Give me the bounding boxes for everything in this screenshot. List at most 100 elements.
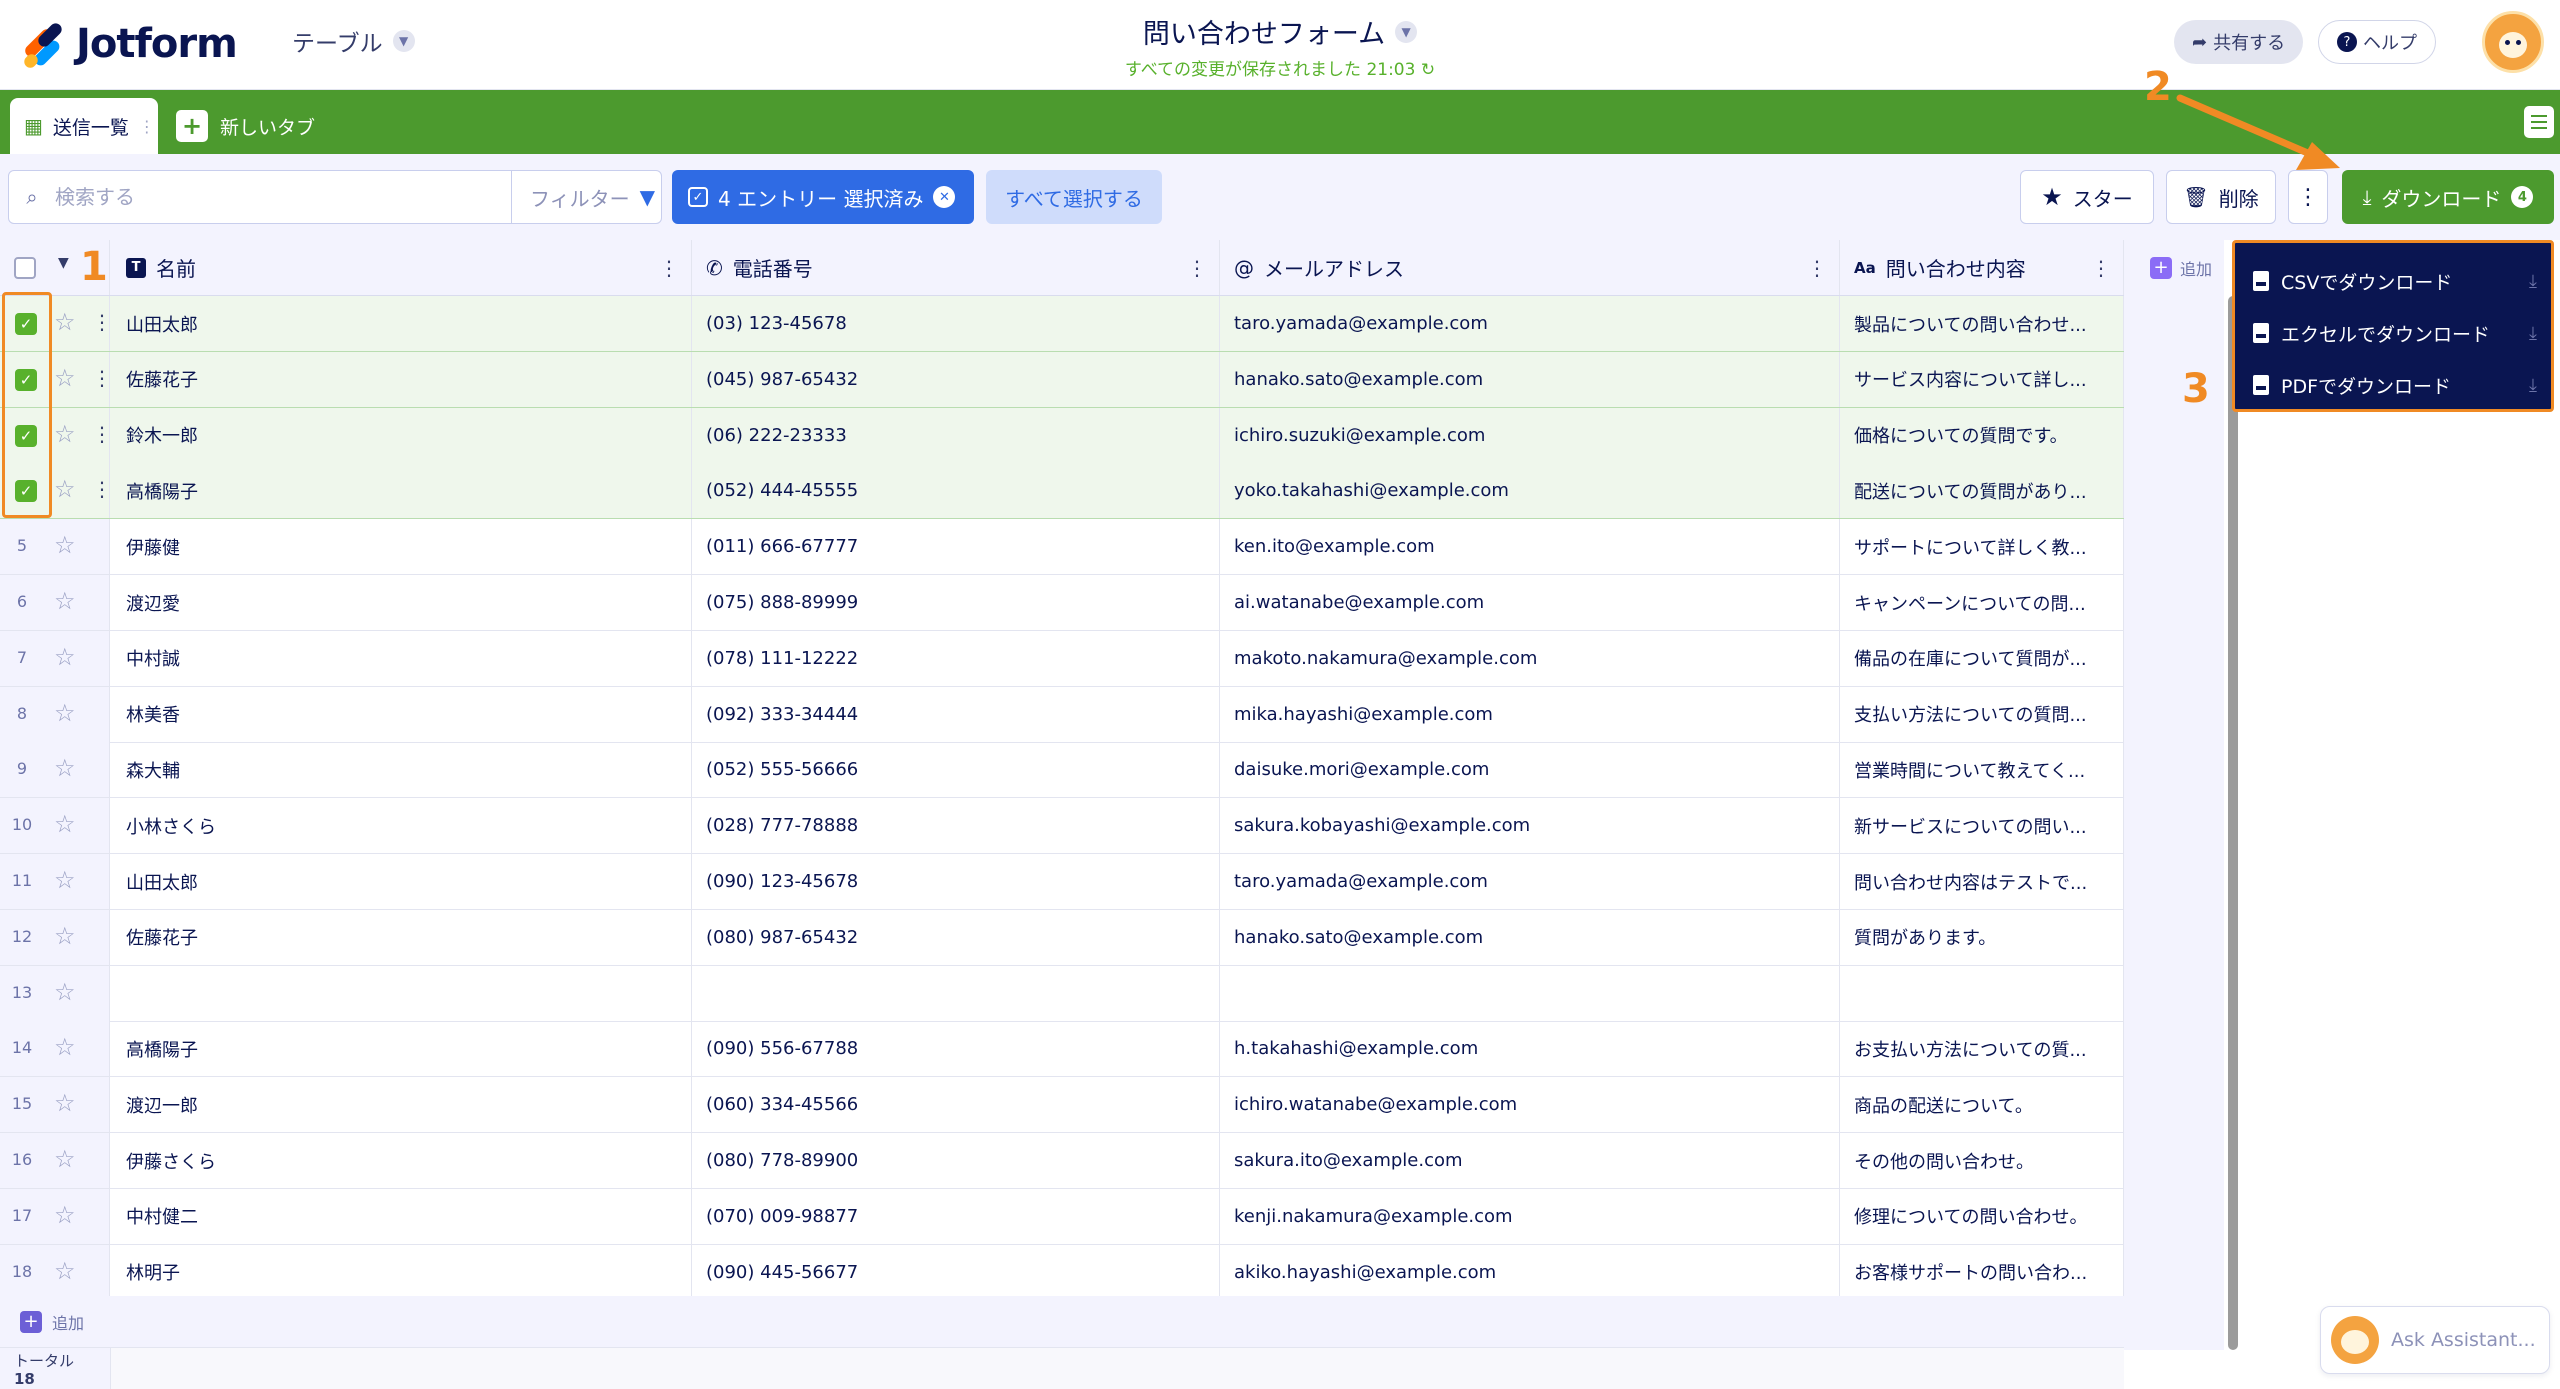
table-row[interactable]: 15 ☆ 渡辺一郎 (060) 334-45566 ichiro.watanabe@ex… — [0, 1077, 2124, 1134]
cell-name[interactable]: 中村健二 — [110, 1188, 692, 1244]
help-button[interactable]: ? ヘルプ — [2318, 20, 2436, 64]
cell-inquiry[interactable]: お客様サポートの問い合わ... — [1840, 1244, 2124, 1300]
table-row[interactable]: 7 ☆ 中村誠 (078) 111-12222 makoto.nakamura@exam… — [0, 630, 2124, 687]
cell-name[interactable]: 山田太郎 — [110, 296, 692, 351]
cell-email[interactable]: kenji.nakamura@example.com — [1220, 1188, 1840, 1244]
cell-email[interactable]: akiko.hayashi@example.com — [1220, 1244, 1840, 1300]
star-outline-icon[interactable]: ☆ — [54, 978, 76, 1006]
column-menu-icon[interactable]: ⋮ — [2091, 256, 2111, 280]
cell-phone[interactable]: (092) 333-34444 — [692, 686, 1220, 742]
tabbar-menu-icon[interactable] — [2524, 106, 2554, 138]
row-menu-icon[interactable]: ⋮ — [92, 310, 109, 334]
cell-inquiry[interactable]: サポートについて詳しく教... — [1840, 519, 2124, 575]
share-button[interactable]: ➦ 共有する — [2174, 20, 2304, 64]
download-csv-item[interactable]: CSVでダウンロード ⤓ — [2235, 255, 2551, 307]
cell-inquiry[interactable]: お支払い方法についての質... — [1840, 1021, 2124, 1077]
table-row[interactable]: ✓ ☆ ⋮ 山田太郎 (03) 123-45678 taro.yamada@example… — [0, 296, 2124, 352]
cell-name[interactable]: 林明子 — [110, 1244, 692, 1300]
cell-name[interactable]: 佐藤花子 — [110, 351, 692, 407]
table-row[interactable]: 12 ☆ 佐藤花子 (080) 987-65432 hanako.sato@exampl… — [0, 909, 2124, 966]
cell-email[interactable]: makoto.nakamura@example.com — [1220, 630, 1840, 686]
column-header-inquiry[interactable]: Aa 問い合わせ内容 ⋮ — [1840, 240, 2124, 295]
cell-email[interactable]: sakura.ito@example.com — [1220, 1133, 1840, 1188]
cell-name[interactable]: 高橋陽子 — [110, 1021, 692, 1077]
cell-name[interactable]: 小林さくら — [110, 798, 692, 854]
cell-inquiry[interactable]: 価格についての質問です。 — [1840, 407, 2124, 463]
cell-phone[interactable]: (070) 009-98877 — [692, 1188, 1220, 1244]
selected-entries-chip[interactable]: ✓ 4 エントリー 選択済み ✕ — [672, 170, 974, 224]
cell-email[interactable]: hanako.sato@example.com — [1220, 351, 1840, 407]
star-button[interactable]: ★ スター — [2020, 170, 2154, 224]
star-outline-icon[interactable]: ☆ — [54, 810, 76, 838]
star-outline-icon[interactable]: ☆ — [54, 587, 76, 615]
column-menu-icon[interactable]: ⋮ — [1187, 256, 1207, 280]
add-column-button[interactable]: + 追加 — [2124, 240, 2224, 296]
cell-name[interactable]: 鈴木一郎 — [110, 407, 692, 463]
star-outline-icon[interactable]: ☆ — [54, 531, 76, 559]
table-row[interactable]: ✓ ☆ ⋮ 高橋陽子 (052) 444-45555 yoko.takahashi@exa… — [0, 463, 2124, 520]
cell-email[interactable]: taro.yamada@example.com — [1220, 854, 1840, 909]
vertical-scrollbar[interactable] — [2228, 296, 2238, 1350]
cell-email[interactable]: taro.yamada@example.com — [1220, 296, 1840, 351]
table-row[interactable]: 11 ☆ 山田太郎 (090) 123-45678 taro.yamada@exampl… — [0, 854, 2124, 910]
download-excel-item[interactable]: エクセルでダウンロード ⤓ — [2235, 307, 2551, 359]
star-outline-icon[interactable]: ☆ — [54, 1089, 76, 1117]
search-input[interactable] — [55, 185, 505, 209]
cell-email[interactable]: hanako.sato@example.com — [1220, 909, 1840, 965]
table-row[interactable]: 5 ☆ 伊藤健 (011) 666-67777 ken.ito@example.com サ… — [0, 519, 2124, 576]
cell-name[interactable]: 中村誠 — [110, 630, 692, 686]
star-outline-icon[interactable]: ☆ — [54, 754, 76, 782]
select-all-checkbox[interactable] — [14, 257, 36, 279]
star-outline-icon[interactable]: ☆ — [54, 699, 76, 727]
cell-phone[interactable]: (078) 111-12222 — [692, 630, 1220, 686]
star-outline-icon[interactable]: ☆ — [54, 1201, 76, 1229]
cell-inquiry[interactable]: 修理についての問い合わせ。 — [1840, 1188, 2124, 1244]
cell-email[interactable]: ichiro.watanabe@example.com — [1220, 1077, 1840, 1133]
cell-name[interactable]: 山田太郎 — [110, 854, 692, 909]
filter-button[interactable]: フィルター ▼ — [511, 171, 655, 223]
cell-inquiry[interactable] — [1840, 965, 2124, 1021]
table-row[interactable]: 13 ☆ — [0, 965, 2124, 1022]
cell-email[interactable]: h.takahashi@example.com — [1220, 1021, 1840, 1077]
cell-inquiry[interactable]: 商品の配送について。 — [1840, 1077, 2124, 1133]
star-outline-icon[interactable]: ☆ — [54, 308, 76, 336]
table-row[interactable]: 16 ☆ 伊藤さくら (080) 778-89900 sakura.ito@exampl… — [0, 1133, 2124, 1189]
cell-email[interactable] — [1220, 965, 1840, 1021]
star-outline-icon[interactable]: ☆ — [54, 643, 76, 671]
cell-email[interactable]: ken.ito@example.com — [1220, 519, 1840, 575]
cell-phone[interactable]: (06) 222-23333 — [692, 407, 1220, 463]
cell-inquiry[interactable]: サービス内容について詳し... — [1840, 351, 2124, 407]
cell-inquiry[interactable]: 備品の在庫について質問が... — [1840, 630, 2124, 686]
table-row[interactable]: 18 ☆ 林明子 (090) 445-56677 akiko.hayashi@examp… — [0, 1244, 2124, 1301]
cell-phone[interactable]: (080) 987-65432 — [692, 909, 1220, 965]
column-menu-icon[interactable]: ⋮ — [659, 256, 679, 280]
table-row[interactable]: 14 ☆ 高橋陽子 (090) 556-67788 h.takahashi@exampl… — [0, 1021, 2124, 1078]
cell-inquiry[interactable]: その他の問い合わせ。 — [1840, 1133, 2124, 1188]
clear-selection-icon[interactable]: ✕ — [933, 186, 956, 208]
cell-phone[interactable]: (052) 555-56666 — [692, 742, 1220, 798]
download-button[interactable]: ⤓ ダウンロード 4 — [2342, 170, 2554, 224]
cell-inquiry[interactable]: 配送についての質問があり... — [1840, 463, 2124, 519]
star-outline-icon[interactable]: ☆ — [54, 1145, 76, 1173]
cell-phone[interactable] — [692, 965, 1220, 1021]
chevron-down-icon[interactable]: ▼ — [58, 255, 69, 271]
table-row[interactable]: 9 ☆ 森大輔 (052) 555-56666 daisuke.mori@example… — [0, 742, 2124, 799]
new-tab-button[interactable]: + 新しいタブ — [176, 106, 315, 146]
cell-phone[interactable]: (045) 987-65432 — [692, 351, 1220, 407]
star-outline-icon[interactable]: ☆ — [54, 922, 76, 950]
row-menu-icon[interactable]: ⋮ — [92, 422, 109, 446]
table-row[interactable]: 6 ☆ 渡辺愛 (075) 888-89999 ai.watanabe@example.… — [0, 575, 2124, 631]
column-header-phone[interactable]: ✆ 電話番号 ⋮ — [692, 240, 1220, 295]
cell-name[interactable]: 高橋陽子 — [110, 463, 692, 519]
cell-inquiry[interactable]: 支払い方法についての質問... — [1840, 686, 2124, 742]
select-all-button[interactable]: すべて選択する — [986, 170, 1162, 224]
star-outline-icon[interactable]: ☆ — [54, 1257, 76, 1285]
cell-inquiry[interactable]: 製品についての問い合わせ... — [1840, 296, 2124, 351]
cell-inquiry[interactable]: キャンペーンについての問... — [1840, 575, 2124, 630]
cell-inquiry[interactable]: 営業時間について教えてく... — [1840, 742, 2124, 798]
star-outline-icon[interactable]: ☆ — [54, 420, 76, 448]
table-row[interactable]: 17 ☆ 中村健二 (070) 009-98877 kenji.nakamura@exa… — [0, 1188, 2124, 1245]
cell-name[interactable]: 伊藤さくら — [110, 1133, 692, 1188]
cell-name[interactable]: 林美香 — [110, 686, 692, 742]
star-outline-icon[interactable]: ☆ — [54, 866, 76, 894]
